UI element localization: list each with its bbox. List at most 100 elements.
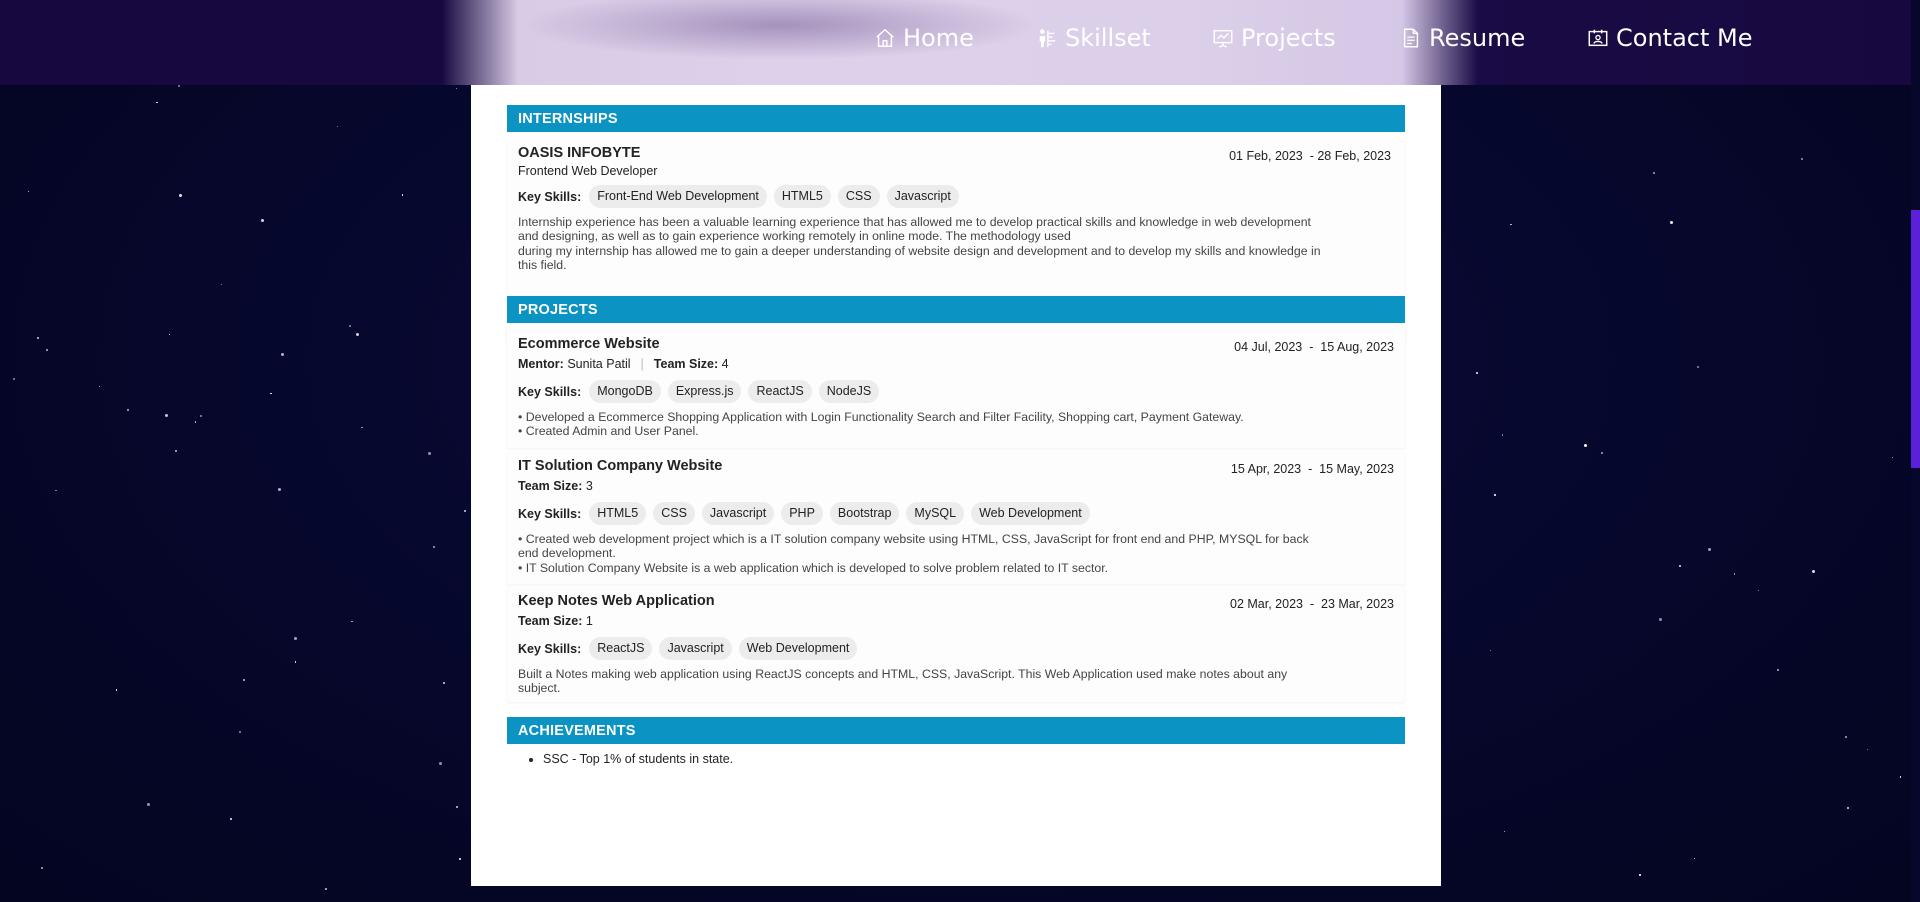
project-description: Built a Notes making web application usi… <box>518 667 1287 696</box>
project-skills: Key Skills: MongoDB Express.js ReactJS N… <box>518 380 880 403</box>
star <box>280 353 284 357</box>
project-title: IT Solution Company Website <box>518 458 723 474</box>
nav-resume-label: Resume <box>1429 24 1526 52</box>
skill-chip: Javascript <box>886 185 959 208</box>
star <box>174 449 177 452</box>
skill-chip: NodeJS <box>818 380 880 403</box>
team-size-value: 3 <box>585 479 593 493</box>
star <box>1707 548 1711 552</box>
star <box>1501 434 1503 436</box>
star <box>355 332 359 336</box>
nav-contact[interactable]: Contact Me <box>1587 24 1752 52</box>
star <box>294 661 297 663</box>
project-meta: Team Size: 3 <box>518 479 593 493</box>
star <box>1900 776 1902 778</box>
star <box>1639 874 1641 876</box>
star <box>1891 456 1894 459</box>
achievements-heading: ACHIEVEMENTS <box>507 717 1405 744</box>
project-date: 02 Mar, 2023 - 23 Mar, 2023 <box>1230 597 1394 611</box>
resume-sheet: INTERNSHIPS OASIS INFOBYTE Frontend Web … <box>471 60 1441 886</box>
star <box>1801 157 1804 160</box>
nav-resume[interactable]: Resume <box>1400 24 1525 52</box>
key-skills-label: Key Skills: <box>518 384 582 399</box>
star <box>463 510 466 513</box>
star <box>55 490 57 492</box>
star <box>1845 735 1848 738</box>
star <box>1659 618 1663 622</box>
star <box>361 426 363 428</box>
star <box>402 194 404 196</box>
mentor-label: Mentor: <box>518 357 564 371</box>
project-meta: Team Size: 1 <box>518 614 593 628</box>
skill-chip: MongoDB <box>589 380 661 403</box>
skill-chip: Javascript <box>701 502 775 525</box>
description-line: Built a Notes making web application usi… <box>518 667 1288 681</box>
description-line: and designing, as well as to gain experi… <box>518 229 1071 244</box>
skill-chip: Bootstrap <box>829 502 900 525</box>
nav-projects-label: Projects <box>1241 24 1336 52</box>
project-meta: Mentor: Sunita Patil | Team Size: 4 <box>518 357 729 371</box>
star <box>115 689 118 691</box>
star <box>427 452 431 456</box>
home-icon <box>876 29 894 47</box>
star <box>278 487 282 491</box>
internships-heading: INTERNSHIPS <box>507 105 1405 132</box>
star <box>229 817 232 820</box>
star <box>1653 172 1656 175</box>
description-line: • Created web development project which … <box>518 532 1309 546</box>
project-entry: Ecommerce Website 04 Jul, 2023 - 15 Aug,… <box>507 330 1405 448</box>
skill-chip: HTML5 <box>773 185 831 208</box>
star <box>13 378 16 381</box>
description-line: Internship experience has been a valuabl… <box>518 215 1311 229</box>
skill-chip: MySQL <box>906 502 965 525</box>
nav-contact-label: Contact Me <box>1616 24 1753 52</box>
nav-projects[interactable]: Projects <box>1212 24 1336 52</box>
top-navbar: Home Skillset Projects Resume Contact Me <box>0 0 1920 85</box>
star <box>27 190 30 193</box>
presentation-icon <box>1213 29 1233 48</box>
star <box>1693 857 1696 859</box>
document-icon <box>1403 28 1419 48</box>
star <box>432 545 435 548</box>
star <box>41 866 44 869</box>
star <box>1757 589 1759 591</box>
star <box>147 803 151 807</box>
scrollbar-thumb[interactable] <box>1911 210 1920 468</box>
star <box>438 761 442 765</box>
nav-home[interactable]: Home <box>874 24 974 52</box>
star <box>1503 830 1506 832</box>
star <box>1733 573 1735 575</box>
project-skills: Key Skills: ReactJS Javascript Web Devel… <box>518 637 858 660</box>
skill-chip: CSS <box>653 502 695 525</box>
star <box>1812 570 1816 574</box>
skill-chip: ReactJS <box>589 637 653 660</box>
description-line: • Created Admin and User Panel. <box>518 424 699 439</box>
internship-date: 01 Feb, 2023 - 28 Feb, 2023 <box>1229 149 1391 163</box>
star <box>325 888 328 891</box>
team-size-value: 1 <box>585 614 593 628</box>
star <box>179 193 183 197</box>
achievements-list: SSC - Top 1% of students in state. <box>529 752 733 766</box>
description-line: this field. <box>518 258 567 273</box>
skill-chip: ReactJS <box>748 380 812 403</box>
star <box>455 88 458 90</box>
star <box>294 636 298 640</box>
star <box>1696 365 1699 368</box>
project-date: 04 Jul, 2023 - 15 Aug, 2023 <box>1234 340 1394 354</box>
nav-skillset[interactable]: Skillset <box>1036 24 1151 52</box>
description-line: • Developed a Ecommerce Shopping Applica… <box>518 410 1244 424</box>
skill-chip: CSS <box>837 185 880 208</box>
star <box>98 385 101 388</box>
star <box>1866 748 1869 751</box>
key-skills-label: Key Skills: <box>518 189 582 204</box>
internship-description: Internship experience has been a valuabl… <box>518 215 1321 273</box>
description-line: during my internship has allowed me to g… <box>518 243 1321 258</box>
team-size-label: Team Size: <box>518 614 583 628</box>
star <box>1847 807 1850 810</box>
star <box>1489 649 1492 652</box>
star <box>1494 494 1496 496</box>
nav-skillset-label: Skillset <box>1065 24 1151 52</box>
project-entry: Keep Notes Web Application 02 Mar, 2023 … <box>507 587 1405 702</box>
contact-card-icon <box>1588 29 1608 47</box>
scrollbar-track[interactable] <box>1911 0 1920 902</box>
